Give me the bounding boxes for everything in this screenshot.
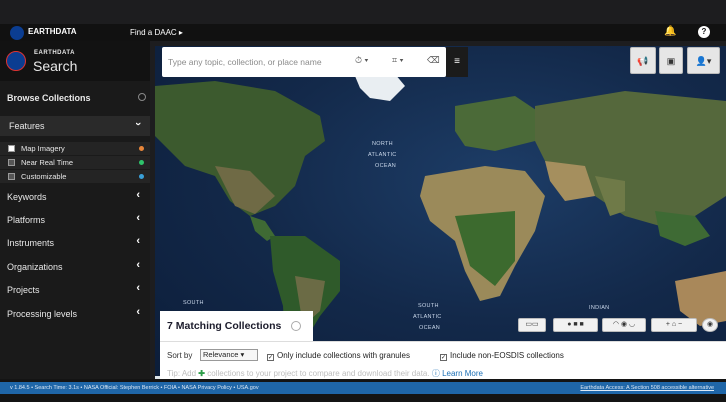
near-real-time-dot-icon [139,160,144,165]
spatial-filter-icon[interactable]: ⌗ ▾ [392,55,403,66]
search-input[interactable] [168,54,343,70]
sidebar-section-projects[interactable]: Projects ‹ [0,280,150,300]
section-label: Platforms [7,215,46,225]
map-label-south: SOUTH [418,303,439,309]
chevron-left-icon: ‹ [136,235,140,247]
nasa-meatball-icon [6,51,26,71]
sidebar-section-features[interactable]: Features › [0,116,150,136]
checkbox-map-imagery[interactable] [8,145,15,152]
section-label: Projects [7,285,40,295]
browse-collections-title: Browse Collections [7,93,91,103]
sort-by-value: Relevance [203,350,239,359]
feature-near-real-time[interactable]: Near Real Time [0,156,150,169]
clear-filters-icon[interactable]: ⌫ [427,55,440,66]
customizable-dot-icon [139,174,144,179]
chevron-left-icon: ‹ [136,189,140,201]
map-label-indian: INDIAN [589,305,610,311]
sidebar: EARTHDATA Search Browse Collections Feat… [0,41,150,379]
chevron-left-icon: ‹ [136,212,140,224]
temporal-filter-icon[interactable]: ⏱ ▾ [355,55,368,66]
feature-label: Near Real Time [21,158,74,167]
projection-buttons[interactable]: ◠ ◉ ◡ [602,318,646,332]
non-eosdis-label: Include non-EOSDIS collections [450,351,564,360]
search-bar: ⏱ ▾ ⌗ ▾ ⌫ [162,47,446,77]
chevron-down-icon: › [132,122,145,126]
results-panel: Sort by Relevance ▾ ✓ Only include collec… [160,341,726,379]
feature-map-imagery[interactable]: Map Imagery [0,142,150,155]
zoom-controls[interactable]: + ⌂ − [651,318,697,332]
feedback-megaphone-icon[interactable]: 📢 [630,47,656,74]
top-bar: EARTHDATA Find a DAAC ▸ 🔔 ? [0,24,726,41]
results-header: 7 Matching Collections [160,311,313,341]
sidebar-logo[interactable]: EARTHDATA Search [0,41,150,81]
save-project-icon[interactable]: ▣ [659,47,683,74]
feature-customizable[interactable]: Customizable [0,170,150,183]
add-plus-icon: ✚ [198,369,205,378]
map-tools-button[interactable]: ● ■ ■ [553,318,598,332]
layer-toggle-button[interactable]: ▭▭ [518,318,546,332]
learn-more-link[interactable]: ⓘ Learn More [432,369,483,378]
sidebar-section-organizations[interactable]: Organizations ‹ [0,257,150,277]
checkbox-checked-icon[interactable]: ✓ [267,354,274,361]
advanced-search-menu-icon[interactable]: ≡ [446,47,468,77]
nasa-logo-icon[interactable] [10,26,24,40]
sidebar-section-keywords[interactable]: Keywords ‹ [0,187,150,207]
map-label-atlantic-south: ATLANTIC [413,314,442,320]
non-eosdis-checkbox[interactable]: ✓ Include non-EOSDIS collections [440,351,564,361]
checkbox-near-real-time[interactable] [8,159,15,166]
checkbox-customizable[interactable] [8,173,15,180]
learn-more-label: Learn More [442,369,483,378]
footer: v 1.84.5 • Search Time: 3.1s • NASA Offi… [0,379,726,402]
settings-icon[interactable] [138,93,146,101]
sort-by-label: Sort by [167,351,193,360]
notification-bell-icon[interactable]: 🔔 [664,26,676,38]
map-label-south-pacific: SOUTH [183,300,204,306]
map-imagery-dot-icon [139,146,144,151]
brand-link[interactable]: EARTHDATA [28,27,77,36]
chevron-left-icon: ‹ [136,306,140,318]
checkbox-checked-icon[interactable]: ✓ [440,354,447,361]
chevron-left-icon: ‹ [136,282,140,294]
map-label-north: NORTH [372,141,393,147]
map-label-atlantic: ATLANTIC [368,152,397,158]
feature-label: Customizable [21,172,67,181]
tip-prefix: Tip: Add [167,369,197,378]
help-icon[interactable]: ? [698,26,710,38]
map-label-ocean-south: OCEAN [419,325,441,331]
sort-by-select[interactable]: Relevance ▾ [200,349,258,361]
map-layers-icon[interactable]: ◉ [702,318,718,332]
tip-text: Tip: Add ✚ collections to your project t… [167,368,483,379]
section-label: Processing levels [7,309,78,319]
section-label: Organizations [7,262,63,272]
section-label: Instruments [7,238,55,248]
map-label-ocean: OCEAN [375,163,397,169]
features-label: Features [9,121,45,131]
user-menu-icon[interactable]: 👤▾ [687,47,720,74]
sidebar-section-processing-levels[interactable]: Processing levels ‹ [0,304,150,324]
matching-collections-title: 7 Matching Collections [167,320,282,332]
footer-info[interactable]: v 1.84.5 • Search Time: 3.1s • NASA Offi… [10,382,259,394]
earthdata-search-app: EARTHDATA Find a DAAC ▸ 🔔 ? EARTHDATA Se… [0,0,726,402]
collapse-icon[interactable] [291,321,301,331]
chevron-left-icon: ‹ [136,259,140,271]
only-granules-label: Only include collections with granules [277,351,410,360]
logo-search-text: Search [33,58,78,74]
footer-bar: v 1.84.5 • Search Time: 3.1s • NASA Offi… [0,382,726,394]
only-granules-checkbox[interactable]: ✓ Only include collections with granules [267,351,410,361]
sidebar-section-instruments[interactable]: Instruments ‹ [0,233,150,253]
section-label: Keywords [7,192,47,202]
tip-body: collections to your project to compare a… [207,369,430,378]
logo-earthdata-text: EARTHDATA [34,50,75,56]
accessible-alternative-link[interactable]: Earthdata Access: A Section 508 accessib… [580,382,714,394]
sidebar-section-platforms[interactable]: Platforms ‹ [0,210,150,230]
feature-label: Map Imagery [21,144,65,153]
find-daac-menu[interactable]: Find a DAAC ▸ [130,28,183,37]
